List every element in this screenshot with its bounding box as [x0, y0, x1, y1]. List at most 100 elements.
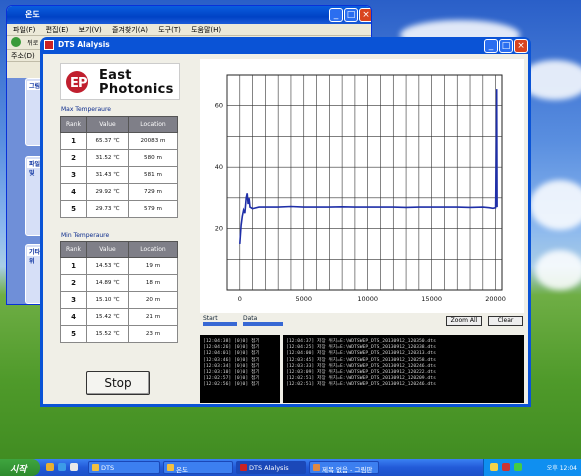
window-client: E P East Photonics Max Temperaure Rank V…	[43, 54, 528, 404]
back-icon[interactable]	[11, 37, 21, 47]
rank-cell: 2	[60, 149, 87, 167]
menu-help[interactable]: 도움말(H)	[191, 26, 221, 34]
tray-icon[interactable]	[502, 463, 510, 471]
table-row: 5 15.52 ℃ 23 m	[60, 325, 178, 343]
task-label: DTS Alalysis	[249, 464, 289, 472]
event-log-list[interactable]: [12:04:38] [0]0] 접기 [12:04:26] [0]0] 접기 [1…	[200, 335, 280, 403]
rank-cell: 5	[60, 200, 87, 218]
rank-cell: 4	[60, 308, 87, 326]
tray-icon[interactable]	[514, 463, 522, 471]
window-title: DTS Alalysis	[58, 40, 110, 49]
location-cell: 23 m	[128, 325, 178, 343]
clear-button[interactable]: Clear	[488, 316, 523, 326]
max-temperature-table: Rank Value Location 1 65.37 ℃ 20083 m 2 31.…	[60, 116, 178, 218]
taskbar-item-dts[interactable]: DTS	[88, 461, 160, 474]
location-cell: 21 m	[128, 308, 178, 326]
taskbar-item-dts-analysis[interactable]: DTS Alalysis	[236, 461, 306, 474]
value-cell: 15.42 ℃	[86, 308, 129, 326]
location-cell: 20 m	[128, 291, 178, 309]
rank-cell: 3	[60, 291, 87, 309]
quicklaunch-icon[interactable]	[58, 463, 66, 471]
company-logo: E P East Photonics	[60, 63, 180, 100]
folder-icon	[92, 464, 99, 471]
table-row: 1 65.37 ℃ 20083 m	[60, 132, 178, 150]
column-header: Value	[86, 241, 129, 258]
data-label: Data	[243, 315, 258, 322]
dts-analysis-window[interactable]: DTS Alalysis _ □ × E P East Photonics Ma…	[40, 37, 531, 407]
plot-area	[226, 74, 503, 291]
quicklaunch-icon[interactable]	[46, 463, 54, 471]
chart-svg: 0 5000 10000 15000 20000 20 40 60	[215, 74, 506, 303]
rank-cell: 2	[60, 274, 87, 292]
x-tick-label: 5000	[295, 295, 312, 303]
task-label: 제목 없음 - 그림판	[322, 466, 373, 474]
stop-button[interactable]: Stop	[86, 371, 150, 395]
y-tick-label: 40	[215, 163, 223, 171]
taskbar-item-paint[interactable]: 제목 없음 - 그림판	[309, 461, 379, 474]
location-cell: 580 m	[128, 149, 178, 167]
table-row: 4 15.42 ℃ 21 m	[60, 308, 178, 326]
rank-cell: 3	[60, 166, 87, 184]
log-entry[interactable]: [12:02:56] [0]0] 접기	[203, 382, 277, 388]
data-indicator	[243, 322, 283, 326]
start-button[interactable]: 시작	[0, 459, 40, 476]
address-label: 주소(D)	[11, 52, 35, 60]
background-window-title: 온도	[7, 6, 371, 24]
maximize-icon[interactable]: □	[499, 39, 513, 53]
folder-icon	[167, 464, 174, 471]
column-header: Value	[86, 116, 129, 133]
minimize-icon[interactable]: _	[484, 39, 498, 53]
logo-text-line2: Photonics	[99, 82, 174, 97]
table-row: 5 29.73 ℃ 579 m	[60, 200, 178, 218]
menu-edit[interactable]: 편집(E)	[46, 26, 69, 34]
value-cell: 15.10 ℃	[86, 291, 129, 309]
close-icon[interactable]: ×	[514, 39, 528, 53]
table-row: 3 15.10 ℃ 20 m	[60, 291, 178, 309]
table-row: 3 31.43 ℃ 581 m	[60, 166, 178, 184]
location-cell: 20083 m	[128, 132, 178, 150]
close-icon[interactable]: ×	[359, 8, 371, 22]
x-tick-label: 0	[238, 295, 242, 303]
cloud	[530, 180, 581, 230]
column-header: Location	[128, 116, 178, 133]
tray-icon[interactable]	[490, 463, 498, 471]
clock: 오후 12:04	[546, 465, 577, 472]
x-tick-label: 10000	[357, 295, 378, 303]
menu-view[interactable]: 보기(V)	[79, 26, 102, 34]
location-cell: 18 m	[128, 274, 178, 292]
app-icon	[44, 40, 54, 50]
quicklaunch-icon[interactable]	[70, 463, 78, 471]
min-temperature-table: Rank Value Location 1 14.53 ℃ 19 m 2 14.89 …	[60, 241, 178, 343]
value-cell: 29.73 ℃	[86, 200, 129, 218]
log-entry[interactable]: [12:02:51] 저장 위치=E:\WDTSWEP_DTS_20130912…	[286, 382, 521, 388]
taskbar-item-temperature[interactable]: 온도	[163, 461, 233, 474]
column-header: Rank	[60, 241, 87, 258]
system-tray: 오후 12:04	[483, 459, 581, 476]
zoom-all-button[interactable]: Zoom All	[446, 316, 482, 326]
menu-file[interactable]: 파일(F)	[13, 26, 35, 34]
table-row: 2 31.52 ℃ 580 m	[60, 149, 178, 167]
column-header: Location	[128, 241, 178, 258]
logo-mark-icon: E P	[66, 71, 88, 93]
minimize-icon[interactable]: _	[329, 8, 343, 22]
value-cell: 29.92 ℃	[86, 183, 129, 201]
column-header: Rank	[60, 116, 87, 133]
value-cell: 15.52 ℃	[86, 325, 129, 343]
x-tick-label: 20000	[485, 295, 506, 303]
task-label: DTS	[101, 464, 115, 472]
menu-tools[interactable]: 도구(T)	[158, 26, 181, 34]
maximize-icon[interactable]: □	[344, 8, 358, 22]
logo-text-line1: East	[99, 68, 132, 83]
svg-text:P: P	[78, 76, 88, 91]
rank-cell: 4	[60, 183, 87, 201]
start-indicator	[203, 322, 237, 326]
paint-icon	[313, 464, 320, 471]
back-label[interactable]: 뒤로	[27, 40, 38, 47]
save-log-list[interactable]: [12:04:37] 저장 위치=E:\WDTSWEP_DTS_20130912…	[283, 335, 524, 403]
task-label: 온도	[176, 466, 188, 474]
value-cell: 65.37 ℃	[86, 132, 129, 150]
rank-cell: 1	[60, 132, 87, 150]
table-row: 2 14.89 ℃ 18 m	[60, 274, 178, 292]
menu-favorites[interactable]: 즐겨찾기(A)	[112, 26, 148, 34]
temperature-chart: 0 5000 10000 15000 20000 20 40 60	[200, 59, 524, 313]
